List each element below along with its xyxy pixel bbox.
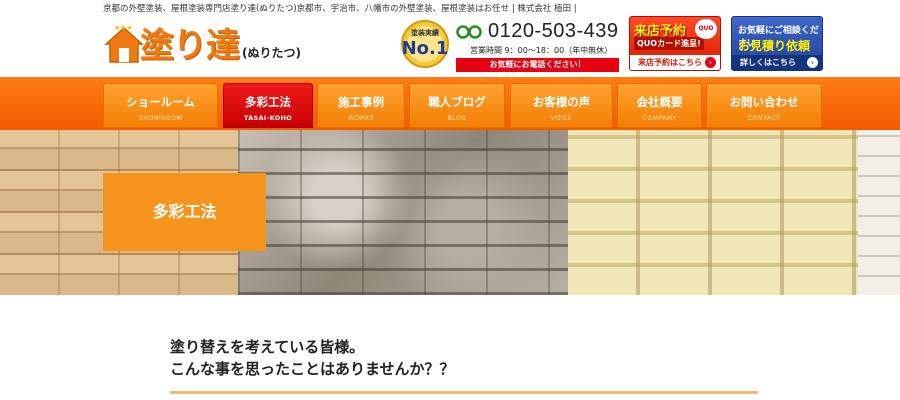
intro-heading: 塗り替えを考えている皆様。 こんな事を思ったことはありませんか？？ xyxy=(170,336,455,380)
nav-item-showroom[interactable]: ショールーム SHOWROOM xyxy=(103,83,218,128)
nav-label: 多彩工法 xyxy=(245,95,291,109)
nav-label: 職人ブログ xyxy=(428,95,486,109)
nav-label: ショールーム xyxy=(126,95,195,109)
nav-label: 会社概要 xyxy=(636,95,683,109)
page: 京都の外壁塗装、屋根塗装専門店塗り達(ぬりたつ)京都市、宇治市、八幡市の外壁塗装… xyxy=(0,0,900,400)
logo-wordmark: 塗り達 xyxy=(140,26,240,66)
hero-banner: 多彩工法 xyxy=(0,130,900,295)
nav-sublabel: CONTACT xyxy=(747,114,781,122)
nav-sublabel: TASAI-KOHO xyxy=(243,114,293,122)
global-nav: ショールーム SHOWROOM 多彩工法 TASAI-KOHO 施工事例 WOR… xyxy=(0,77,900,130)
logo-reading: (ぬりたつ) xyxy=(242,46,301,60)
freedial-icon xyxy=(456,24,482,39)
brick-texture-image xyxy=(568,130,858,295)
site-tagline: 京都の外壁塗装、屋根塗装専門店塗り達(ぬりたつ)京都市、宇治市、八幡市の外壁塗装… xyxy=(103,4,577,14)
intro-line-2: こんな事を思ったことはありませんか？？ xyxy=(170,360,455,378)
heading-underline xyxy=(170,391,758,394)
no1-medal-badge: 塗装実績 No.1 xyxy=(400,18,450,70)
nav-label: お客様の声 xyxy=(532,95,591,109)
nav-item-tasai-koho[interactable]: 多彩工法 TASAI-KOHO xyxy=(223,83,313,128)
phone-number[interactable]: 0120-503-439 xyxy=(488,20,619,43)
site-logo[interactable]: ★★★ 塗り達 (ぬりたつ) xyxy=(104,22,334,70)
nav-label: 施工事例 xyxy=(338,95,384,109)
nav-sublabel: VOICE xyxy=(550,114,573,122)
nav-item-company[interactable]: 会社概要 COMPANY xyxy=(617,83,702,128)
quo-card-icon: QUO xyxy=(695,19,717,39)
nav-sublabel: BLOG xyxy=(447,114,467,122)
chevron-right-icon: › xyxy=(705,57,716,68)
phone-contact[interactable]: 0120-503-439 営業時間 9：00～18：00（年中無休） お気軽にお… xyxy=(456,20,620,72)
estimate-request-banner[interactable]: お気軽にご相談ください お見積り依頼 詳しくはこちら › xyxy=(731,16,823,71)
stone-texture-image xyxy=(238,130,568,295)
visit-banner-subtitle: QUOカード進呈! xyxy=(634,37,704,50)
phone-cta-bar[interactable]: お気軽にお電話ください！ xyxy=(456,58,619,72)
nav-item-works[interactable]: 施工事例 WORKS xyxy=(317,83,405,128)
nav-item-blog[interactable]: 職人ブログ BLOG xyxy=(409,83,505,128)
nav-sublabel: COMPANY xyxy=(642,114,677,122)
visit-reservation-banner[interactable]: 来店予約 QUOカード進呈! QUO 来店予約はこちら › xyxy=(629,16,721,71)
nav-sublabel: WORKS xyxy=(348,114,374,122)
intro-line-1: 塗り替えを考えている皆様。 xyxy=(170,338,365,356)
nav-item-contact[interactable]: お問い合わせ CONTACT xyxy=(706,83,822,128)
wall-texture-image xyxy=(858,130,900,295)
svg-text:★★★: ★★★ xyxy=(114,24,133,32)
page-title: 多彩工法 xyxy=(103,173,266,251)
nav-item-voice[interactable]: お客様の声 VOICE xyxy=(510,83,613,128)
medal-rank: No.1 xyxy=(401,38,449,59)
medal-caption: 塗装実績 xyxy=(411,29,439,37)
business-hours: 営業時間 9：00～18：00（年中無休） xyxy=(470,46,613,55)
house-logo-icon: ★★★ xyxy=(104,24,144,63)
chevron-right-icon: › xyxy=(807,57,818,68)
nav-sublabel: SHOWROOM xyxy=(138,114,183,122)
nav-label: お問い合わせ xyxy=(729,95,799,109)
estimate-banner-title: お見積り依頼 xyxy=(738,39,811,53)
